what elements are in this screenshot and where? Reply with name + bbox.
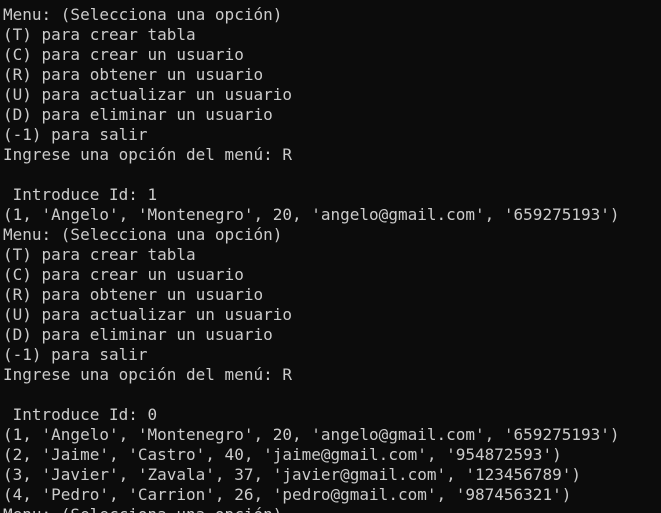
terminal-line: (2, 'Jaime', 'Castro', 40, 'jaime@gmail.… [3, 445, 562, 464]
terminal-line: Menu: (Selecciona una opción) [3, 505, 661, 513]
terminal-line: (3, 'Javier', 'Zavala', 37, 'javier@gmai… [3, 465, 581, 484]
terminal-line: Menu: (Selecciona una opción) [3, 5, 283, 24]
terminal-output[interactable]: Menu: (Selecciona una opción) (T) para c… [0, 0, 661, 513]
terminal-line: (R) para obtener un usuario [3, 285, 264, 304]
terminal-line: (T) para crear tabla [3, 25, 196, 44]
terminal-line: Ingrese una opción del menú: R [3, 365, 292, 384]
terminal-line: (T) para crear tabla [3, 245, 196, 264]
terminal-line: (U) para actualizar un usuario [3, 85, 292, 104]
terminal-line: Introduce Id: 1 [3, 185, 158, 204]
terminal-line: (C) para crear un usuario [3, 45, 244, 64]
terminal-line: (D) para eliminar un usuario [3, 325, 273, 344]
terminal-line: (U) para actualizar un usuario [3, 305, 292, 324]
terminal-line: Introduce Id: 0 [3, 405, 158, 424]
terminal-line: (-1) para salir [3, 125, 148, 144]
terminal-line: (-1) para salir [3, 345, 148, 364]
terminal-line: (1, 'Angelo', 'Montenegro', 20, 'angelo@… [3, 425, 620, 444]
terminal-line: (1, 'Angelo', 'Montenegro', 20, 'angelo@… [3, 205, 620, 224]
terminal-line: Ingrese una opción del menú: R [3, 145, 292, 164]
terminal-line: Menu: (Selecciona una opción) [3, 225, 283, 244]
terminal-line: (D) para eliminar un usuario [3, 105, 273, 124]
terminal-line: (C) para crear un usuario [3, 265, 244, 284]
terminal-line: (R) para obtener un usuario [3, 65, 264, 84]
terminal-line: (4, 'Pedro', 'Carrion', 26, 'pedro@gmail… [3, 485, 572, 504]
